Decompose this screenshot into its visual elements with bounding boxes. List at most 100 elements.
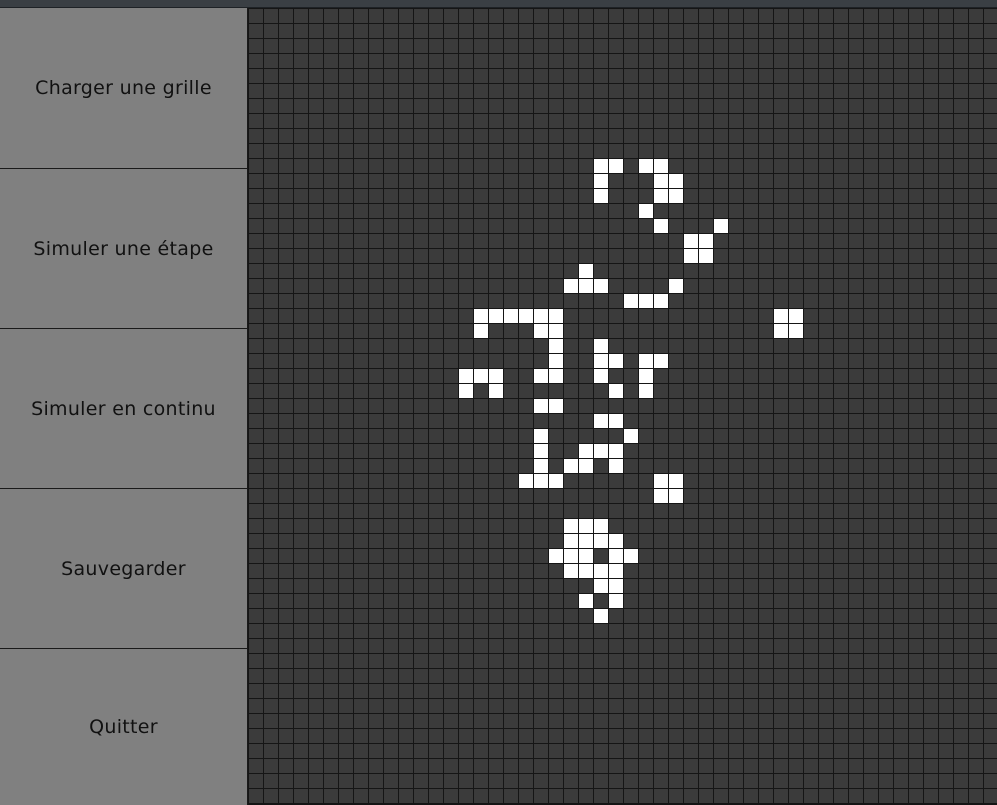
dead-cell[interactable] [504,249,518,263]
dead-cell[interactable] [759,204,773,218]
dead-cell[interactable] [279,204,293,218]
dead-cell[interactable] [984,309,997,323]
dead-cell[interactable] [849,9,863,23]
dead-cell[interactable] [924,444,938,458]
dead-cell[interactable] [669,354,683,368]
dead-cell[interactable] [474,669,488,683]
dead-cell[interactable] [294,684,308,698]
dead-cell[interactable] [324,84,338,98]
dead-cell[interactable] [594,639,608,653]
dead-cell[interactable] [984,759,997,773]
dead-cell[interactable] [549,9,563,23]
dead-cell[interactable] [729,189,743,203]
dead-cell[interactable] [804,564,818,578]
dead-cell[interactable] [864,54,878,68]
dead-cell[interactable] [309,54,323,68]
dead-cell[interactable] [639,684,653,698]
dead-cell[interactable] [369,684,383,698]
dead-cell[interactable] [759,129,773,143]
dead-cell[interactable] [459,219,473,233]
dead-cell[interactable] [294,24,308,38]
dead-cell[interactable] [759,294,773,308]
dead-cell[interactable] [759,69,773,83]
dead-cell[interactable] [504,654,518,668]
dead-cell[interactable] [729,684,743,698]
dead-cell[interactable] [789,144,803,158]
dead-cell[interactable] [264,444,278,458]
dead-cell[interactable] [279,459,293,473]
dead-cell[interactable] [549,159,563,173]
dead-cell[interactable] [549,654,563,668]
dead-cell[interactable] [609,309,623,323]
dead-cell[interactable] [669,144,683,158]
dead-cell[interactable] [939,639,953,653]
dead-cell[interactable] [459,9,473,23]
dead-cell[interactable] [894,339,908,353]
dead-cell[interactable] [729,84,743,98]
dead-cell[interactable] [699,384,713,398]
dead-cell[interactable] [399,564,413,578]
dead-cell[interactable] [714,339,728,353]
dead-cell[interactable] [339,354,353,368]
dead-cell[interactable] [669,654,683,668]
simulate-step-button[interactable]: Simuler une étape [0,169,247,329]
dead-cell[interactable] [654,534,668,548]
dead-cell[interactable] [744,24,758,38]
dead-cell[interactable] [894,609,908,623]
dead-cell[interactable] [819,759,833,773]
dead-cell[interactable] [534,384,548,398]
dead-cell[interactable] [924,504,938,518]
dead-cell[interactable] [939,234,953,248]
dead-cell[interactable] [879,219,893,233]
dead-cell[interactable] [354,549,368,563]
dead-cell[interactable] [564,759,578,773]
dead-cell[interactable] [534,294,548,308]
dead-cell[interactable] [909,714,923,728]
dead-cell[interactable] [279,489,293,503]
dead-cell[interactable] [279,114,293,128]
dead-cell[interactable] [879,444,893,458]
dead-cell[interactable] [444,279,458,293]
alive-cell[interactable] [549,354,563,368]
dead-cell[interactable] [969,99,983,113]
dead-cell[interactable] [849,609,863,623]
dead-cell[interactable] [759,489,773,503]
dead-cell[interactable] [849,744,863,758]
dead-cell[interactable] [849,354,863,368]
dead-cell[interactable] [864,429,878,443]
dead-cell[interactable] [759,504,773,518]
dead-cell[interactable] [519,429,533,443]
dead-cell[interactable] [954,744,968,758]
dead-cell[interactable] [579,684,593,698]
dead-cell[interactable] [879,699,893,713]
dead-cell[interactable] [984,594,997,608]
alive-cell[interactable] [579,534,593,548]
dead-cell[interactable] [489,609,503,623]
dead-cell[interactable] [369,609,383,623]
dead-cell[interactable] [684,669,698,683]
dead-cell[interactable] [384,534,398,548]
dead-cell[interactable] [414,399,428,413]
dead-cell[interactable] [549,789,563,803]
dead-cell[interactable] [654,549,668,563]
dead-cell[interactable] [924,579,938,593]
dead-cell[interactable] [504,549,518,563]
dead-cell[interactable] [909,624,923,638]
dead-cell[interactable] [474,294,488,308]
dead-cell[interactable] [369,579,383,593]
dead-cell[interactable] [984,684,997,698]
dead-cell[interactable] [699,84,713,98]
dead-cell[interactable] [789,549,803,563]
dead-cell[interactable] [849,474,863,488]
dead-cell[interactable] [879,399,893,413]
dead-cell[interactable] [444,129,458,143]
dead-cell[interactable] [639,189,653,203]
dead-cell[interactable] [789,174,803,188]
dead-cell[interactable] [519,159,533,173]
dead-cell[interactable] [909,459,923,473]
dead-cell[interactable] [594,699,608,713]
dead-cell[interactable] [444,384,458,398]
dead-cell[interactable] [714,159,728,173]
dead-cell[interactable] [444,249,458,263]
dead-cell[interactable] [879,144,893,158]
